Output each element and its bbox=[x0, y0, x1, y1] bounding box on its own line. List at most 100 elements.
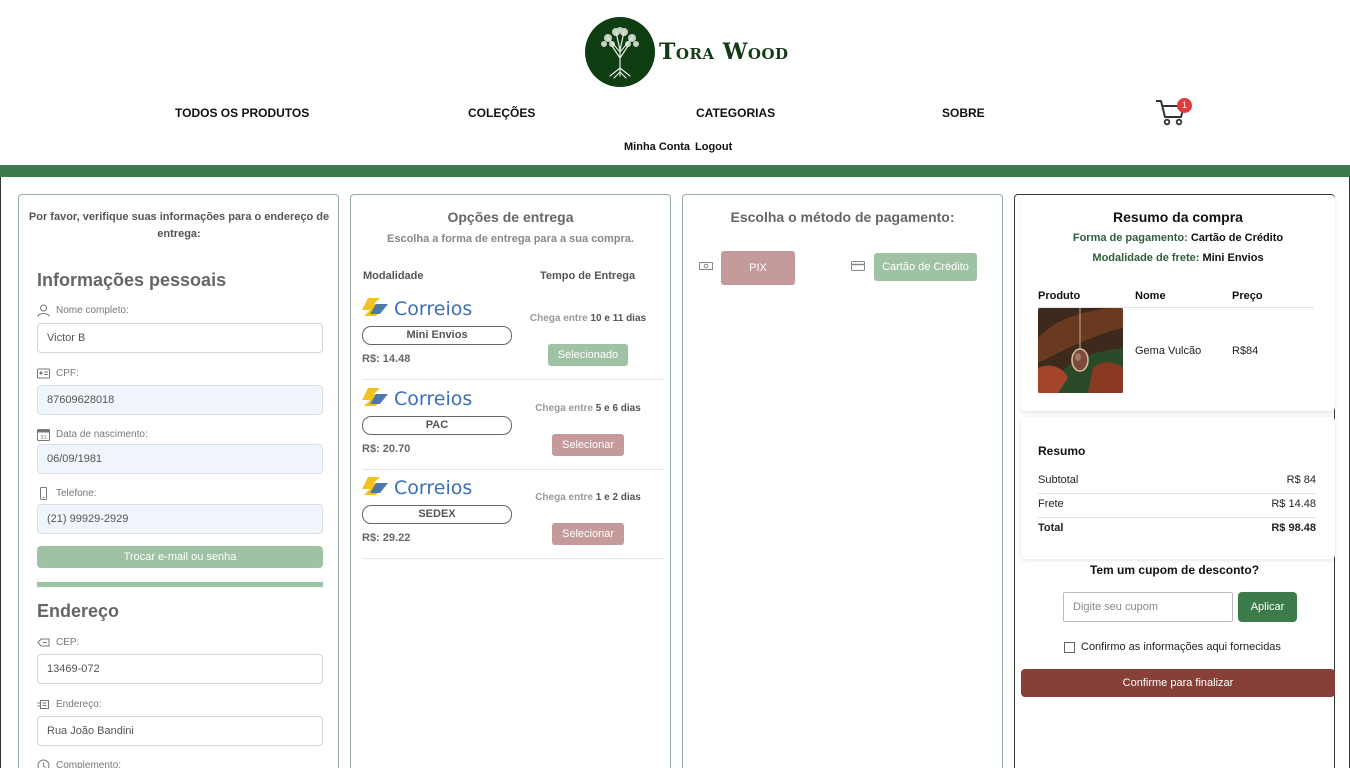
product-name: Gema Vulcão bbox=[1135, 345, 1202, 357]
correios-logo: Correios bbox=[362, 388, 472, 410]
cep-field[interactable]: 13469-072 bbox=[37, 654, 323, 684]
confirm-info-label[interactable]: Confirmo as informações aqui fornecidas bbox=[1081, 641, 1281, 653]
apply-coupon-button[interactable]: Aplicar bbox=[1238, 592, 1297, 622]
street-field[interactable]: Rua João Bandini bbox=[37, 716, 323, 746]
birthdate-field[interactable]: 06/09/1981 bbox=[37, 444, 323, 474]
total-row: Total R$ 98.48 bbox=[1038, 522, 1316, 546]
order-summary-panel: Resumo da compra Forma de pagamento: Car… bbox=[1014, 194, 1335, 768]
brand-name: Tora Wood bbox=[659, 39, 789, 65]
correios-logo-text: Correios bbox=[394, 388, 472, 410]
correios-logo-text: Correios bbox=[394, 298, 472, 320]
resumo-card: Resumo Subtotal R$ 84 Frete R$ 14.48 Tot… bbox=[1021, 417, 1335, 559]
cpf-label-text: CPF: bbox=[56, 368, 79, 379]
finalize-order-button[interactable]: Confirme para finalizar bbox=[1021, 669, 1335, 697]
my-account-link[interactable]: Minha Conta bbox=[624, 141, 690, 153]
time-prefix: Chega entre bbox=[535, 492, 593, 503]
shipping-fee-label: Frete bbox=[1038, 498, 1064, 510]
delivery-time-column-header: Tempo de Entrega bbox=[540, 270, 636, 282]
resumo-divider bbox=[1038, 493, 1316, 494]
correios-logo: Correios bbox=[362, 298, 472, 320]
resumo-divider bbox=[1038, 517, 1316, 518]
confirm-info-checkbox[interactable] bbox=[1064, 642, 1075, 653]
cash-icon bbox=[699, 262, 713, 270]
correios-logo-text: Correios bbox=[394, 477, 472, 499]
calendar-icon: 31 bbox=[37, 429, 50, 441]
birth-label-text: Data de nascimento: bbox=[56, 429, 148, 440]
shipping-option-name: PAC bbox=[362, 416, 512, 435]
address-title: Endereço bbox=[37, 601, 120, 621]
address-check-heading: Por favor, verifique suas informações pa… bbox=[28, 211, 330, 240]
cep-label: CEP: bbox=[37, 636, 79, 649]
payment-panel: Escolha o método de pagamento: PIX Cartã… bbox=[682, 194, 1003, 768]
time-range: 10 e 11 dias bbox=[590, 313, 647, 324]
product-image[interactable] bbox=[1038, 308, 1123, 393]
pix-button[interactable]: PIX bbox=[721, 251, 795, 285]
personal-info-panel: Por favor, verifique suas informações pa… bbox=[18, 194, 339, 768]
nav-collections[interactable]: COLEÇÕES bbox=[468, 106, 535, 120]
header-divider bbox=[0, 165, 1350, 177]
shipping-subtitle: Escolha a forma de entrega para a sua co… bbox=[387, 233, 634, 245]
brand-logo[interactable]: Tora Wood bbox=[585, 17, 789, 87]
street-label: Endereço: bbox=[37, 698, 102, 711]
shipping-panel: Opções de entrega Escolha a forma de ent… bbox=[350, 194, 671, 768]
shipping-option-price: R$: 14.48 bbox=[362, 353, 411, 365]
shipping-option-pac: Correios PAC R$: 20.70 Chega entre 5 e 6… bbox=[362, 380, 664, 470]
payment-title: Escolha o método de pagamento: bbox=[730, 209, 955, 225]
complement-label-text: Complemento: bbox=[56, 760, 122, 768]
cpf-label: CPF: bbox=[37, 367, 79, 380]
change-email-password-button[interactable]: Trocar e-mail ou senha bbox=[37, 546, 323, 568]
id-card-icon bbox=[37, 368, 50, 379]
total-value: R$ 98.48 bbox=[1271, 522, 1316, 534]
personal-info-title: Informações pessoais bbox=[37, 270, 227, 290]
shipping-option-time: Chega entre 1 e 2 dias bbox=[524, 492, 652, 503]
shipping-option-name: SEDEX bbox=[362, 505, 512, 524]
shipping-option-price: R$: 29.22 bbox=[362, 532, 411, 544]
cpf-field[interactable]: 87609628018 bbox=[37, 385, 323, 415]
payment-method-label: Forma de pagamento: bbox=[1072, 232, 1188, 244]
time-range: 5 e 6 dias bbox=[595, 403, 641, 414]
correios-logo: Correios bbox=[362, 477, 472, 499]
credit-card-button[interactable]: Cartão de Crédito bbox=[874, 253, 977, 281]
shipping-method-label: Modalidade de frete: bbox=[1092, 252, 1200, 264]
nav-categories[interactable]: CATEGORIAS bbox=[696, 106, 775, 120]
resumo-title: Resumo bbox=[1038, 444, 1086, 458]
time-prefix: Chega entre bbox=[535, 403, 593, 414]
tree-logo-icon bbox=[585, 17, 655, 87]
product-price: R$84 bbox=[1232, 345, 1259, 357]
subtotal-label: Subtotal bbox=[1038, 474, 1079, 486]
shipping-option-mini-envios: Correios Mini Envios R$: 14.48 Chega ent… bbox=[362, 290, 664, 380]
summary-title: Resumo da compra bbox=[1113, 209, 1243, 225]
nav-all-products[interactable]: TODOS OS PRODUTOS bbox=[175, 106, 309, 120]
name-label-text: Nome completo: bbox=[56, 305, 129, 316]
shipping-method-value: Mini Envios bbox=[1202, 252, 1264, 264]
price-column-header: Preço bbox=[1232, 290, 1263, 302]
phone-field[interactable]: (21) 99929-2929 bbox=[37, 504, 323, 534]
shipping-method-line: Modalidade de frete: Mini Envios bbox=[1021, 252, 1335, 264]
phone-icon bbox=[40, 487, 47, 500]
credit-card-icon bbox=[851, 261, 865, 271]
time-prefix: Chega entre bbox=[529, 313, 588, 324]
product-column-header: Produto bbox=[1038, 290, 1081, 302]
shipping-title: Opções de entrega bbox=[447, 209, 574, 225]
selected-button[interactable]: Selecionado bbox=[548, 344, 628, 366]
select-button[interactable]: Selecionar bbox=[552, 434, 624, 456]
name-column-header: Nome bbox=[1135, 290, 1166, 302]
nav-about[interactable]: SOBRE bbox=[942, 106, 985, 120]
shipping-option-time: Chega entre 5 e 6 dias bbox=[524, 403, 652, 414]
summary-card: Resumo da compra Forma de pagamento: Car… bbox=[1021, 195, 1335, 411]
modality-column-header: Modalidade bbox=[363, 270, 424, 282]
logout-link[interactable]: Logout bbox=[695, 141, 732, 153]
cart-count-badge: 1 bbox=[1177, 98, 1192, 113]
birth-label: 31 Data de nascimento: bbox=[37, 428, 148, 441]
name-field[interactable]: Victor B bbox=[37, 323, 323, 353]
shipping-option-time: Chega entre 10 e 11 dias bbox=[524, 313, 652, 324]
coupon-title: Tem um cupom de desconto? bbox=[1089, 563, 1260, 577]
select-button[interactable]: Selecionar bbox=[552, 523, 624, 545]
shipping-option-price: R$: 20.70 bbox=[362, 443, 411, 455]
svg-text:31: 31 bbox=[40, 435, 46, 441]
subtotal-row: Subtotal R$ 84 bbox=[1038, 474, 1316, 498]
coupon-input[interactable]: Digite seu cupom bbox=[1063, 592, 1233, 622]
address-icon bbox=[37, 700, 49, 709]
time-range: 1 e 2 dias bbox=[595, 492, 641, 503]
shipping-fee-value: R$ 14.48 bbox=[1271, 498, 1316, 510]
